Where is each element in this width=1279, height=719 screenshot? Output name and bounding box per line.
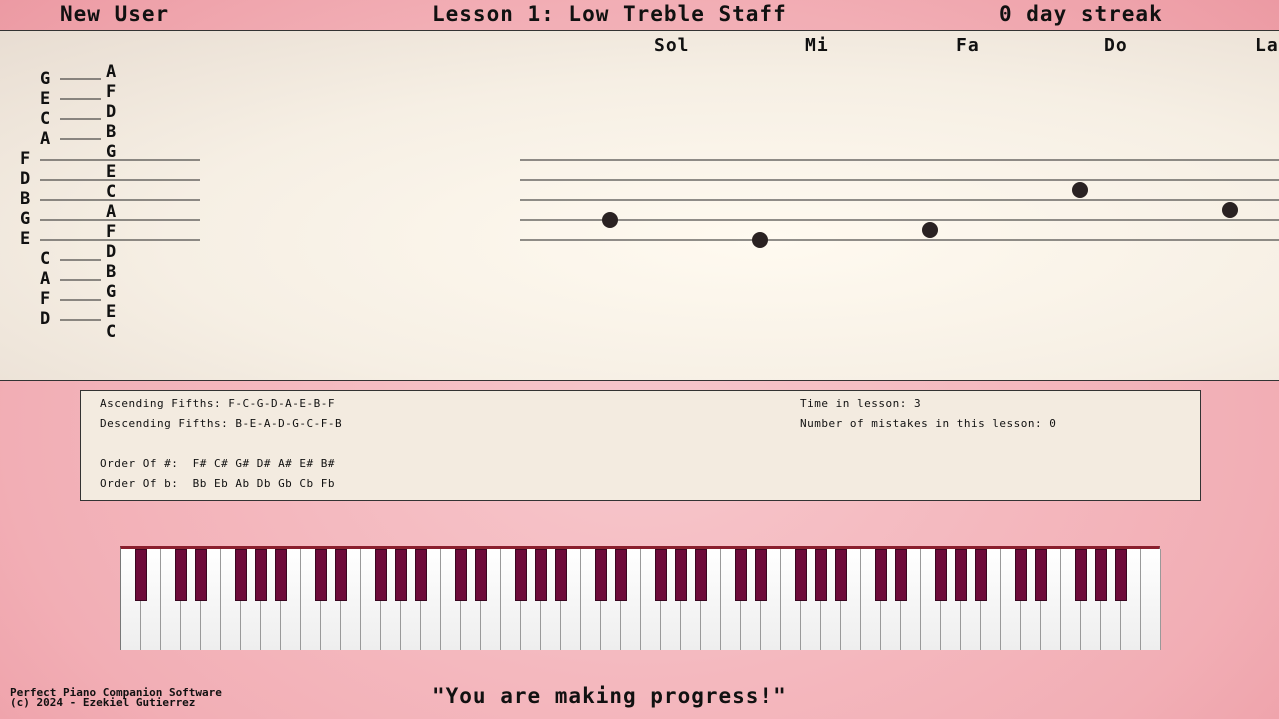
black-key[interactable] <box>875 549 887 601</box>
black-key[interactable] <box>255 549 267 601</box>
black-key[interactable] <box>275 549 287 601</box>
black-key[interactable] <box>735 549 747 601</box>
legend-note: G <box>106 282 117 302</box>
legend-note: D <box>20 169 31 189</box>
solfege-label: Do <box>1104 35 1128 56</box>
descending-fifths: Descending Fifths: B-E-A-D-G-C-F-B <box>100 417 343 430</box>
black-key[interactable] <box>335 549 347 601</box>
legend-note: D <box>106 102 117 122</box>
legend-note: B <box>106 122 117 142</box>
black-key[interactable] <box>975 549 987 601</box>
legend-note: G <box>20 209 31 229</box>
legend-note: F <box>20 149 31 169</box>
legend-note: C <box>40 109 51 129</box>
black-key[interactable] <box>835 549 847 601</box>
legend-note: G <box>106 142 117 162</box>
black-key[interactable] <box>1035 549 1047 601</box>
black-key[interactable] <box>475 549 487 601</box>
order-of-sharps: Order Of #: F# C# G# D# A# E# B# <box>100 457 336 470</box>
ascending-fifths: Ascending Fifths: F-C-G-D-A-E-B-F <box>100 397 336 410</box>
black-key[interactable] <box>1115 549 1127 601</box>
legend-note: C <box>106 322 117 342</box>
black-key[interactable] <box>195 549 207 601</box>
black-key[interactable] <box>515 549 527 601</box>
streak-counter: 0 day streak <box>999 2 1163 26</box>
legend-note: D <box>106 242 117 262</box>
note-head <box>1222 202 1238 218</box>
black-key[interactable] <box>695 549 707 601</box>
solfege-label: Fa <box>956 35 980 56</box>
note-head <box>1072 182 1088 198</box>
piano-keyboard[interactable] <box>120 546 1161 650</box>
solfege-label: Sol <box>654 35 690 56</box>
staff-drawing <box>40 78 1279 321</box>
black-key[interactable] <box>935 549 947 601</box>
solfege-label: Mi <box>805 35 829 56</box>
legend-note: D <box>40 309 51 329</box>
legend-note: E <box>20 229 31 249</box>
note-head <box>602 212 618 228</box>
staff-panel: G E C A A F D B F D B G E G E C A F C A … <box>0 31 1279 381</box>
black-key[interactable] <box>595 549 607 601</box>
black-key[interactable] <box>755 549 767 601</box>
black-key[interactable] <box>175 549 187 601</box>
black-key[interactable] <box>135 549 147 601</box>
mistake-count: Number of mistakes in this lesson: 0 <box>800 417 1057 430</box>
black-key[interactable] <box>795 549 807 601</box>
encouragement-message: "You are making progress!" <box>432 684 787 708</box>
legend-note: A <box>106 202 117 222</box>
black-key[interactable] <box>675 549 687 601</box>
user-name: New User <box>60 2 170 26</box>
top-bar: New User Lesson 1: Low Treble Staff 0 da… <box>0 0 1279 31</box>
info-panel: Ascending Fifths: F-C-G-D-A-E-B-F Descen… <box>80 390 1201 501</box>
black-key[interactable] <box>655 549 667 601</box>
black-key[interactable] <box>1075 549 1087 601</box>
black-key[interactable] <box>235 549 247 601</box>
time-in-lesson: Time in lesson: 3 <box>800 397 922 410</box>
black-key[interactable] <box>1015 549 1027 601</box>
legend-note: E <box>106 302 117 322</box>
black-key[interactable] <box>555 549 567 601</box>
legend-note: E <box>106 162 117 182</box>
legend-note: G <box>40 69 51 89</box>
legend-note: A <box>40 129 51 149</box>
lesson-title: Lesson 1: Low Treble Staff <box>432 2 787 26</box>
legend-note: E <box>40 89 51 109</box>
black-key[interactable] <box>455 549 467 601</box>
legend-note: F <box>106 82 117 102</box>
white-key[interactable] <box>1141 549 1161 650</box>
order-of-flats: Order Of b: Bb Eb Ab Db Gb Cb Fb <box>100 477 336 490</box>
legend-note: B <box>20 189 31 209</box>
legend-note: B <box>106 262 117 282</box>
black-key[interactable] <box>395 549 407 601</box>
black-key[interactable] <box>815 549 827 601</box>
solfege-label: La <box>1255 35 1279 56</box>
legend-note: C <box>40 249 51 269</box>
black-key[interactable] <box>375 549 387 601</box>
note-head <box>752 232 768 248</box>
legend-note: A <box>40 269 51 289</box>
note-head <box>922 222 938 238</box>
credits: Perfect Piano Companion Software (c) 202… <box>10 687 222 709</box>
black-key[interactable] <box>615 549 627 601</box>
credit-line-2: (c) 2024 - Ezekiel Gutierrez <box>10 696 196 709</box>
legend-note: F <box>40 289 51 309</box>
black-key[interactable] <box>415 549 427 601</box>
black-key[interactable] <box>315 549 327 601</box>
black-key[interactable] <box>955 549 967 601</box>
legend-note: A <box>106 62 117 82</box>
legend-note: F <box>106 222 117 242</box>
black-key[interactable] <box>535 549 547 601</box>
black-key[interactable] <box>1095 549 1107 601</box>
legend-note: C <box>106 182 117 202</box>
black-key[interactable] <box>895 549 907 601</box>
